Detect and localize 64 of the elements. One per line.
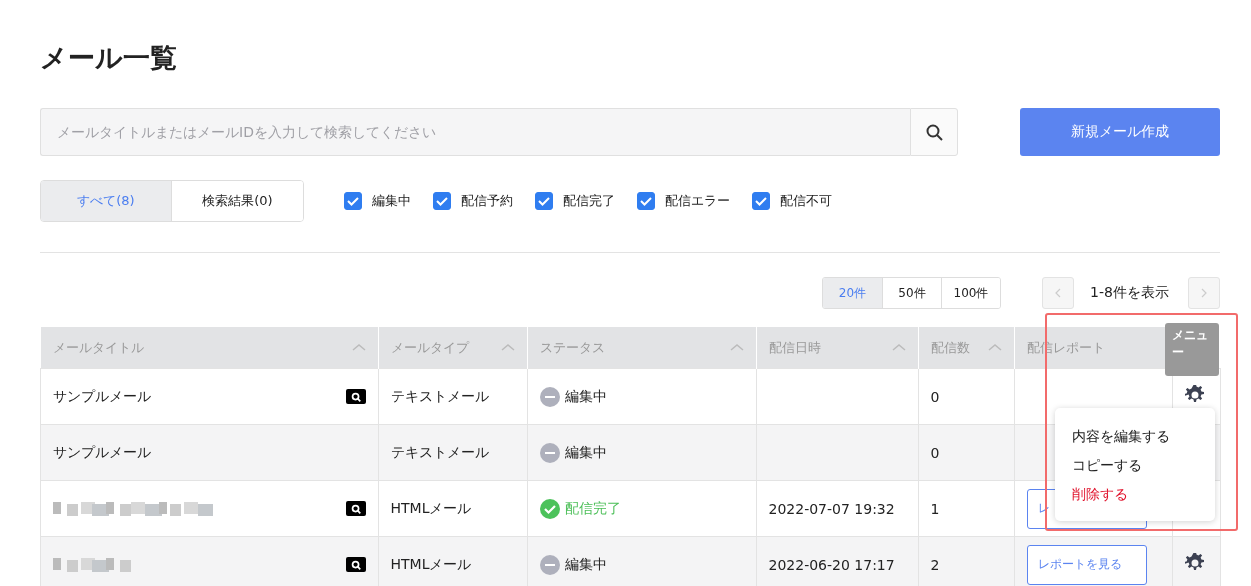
table-cell: HTMLメール	[390, 499, 472, 516]
table-cell: 1	[930, 500, 940, 517]
menu-item[interactable]: コピーする	[1055, 451, 1215, 480]
search-button[interactable]	[910, 108, 958, 156]
chevron-icon	[1054, 288, 1062, 298]
minus-circle-icon	[539, 554, 560, 575]
settings-icon	[1184, 553, 1205, 573]
new-mail-button[interactable]: 新規メール作成	[1020, 108, 1220, 156]
status-text: 配信完了	[564, 499, 621, 518]
checkbox-label: 編集中	[372, 192, 411, 210]
magnifier-icon	[349, 558, 362, 571]
column-header: ステータス	[527, 327, 756, 369]
sort-icon	[351, 343, 366, 352]
table-cell: テキストメール	[390, 443, 489, 460]
check-circle-icon	[539, 498, 560, 519]
checkbox-label: 配信不可	[780, 192, 832, 210]
magnifier-icon	[349, 502, 362, 515]
sort-icon	[891, 343, 906, 352]
search-icon	[925, 123, 943, 141]
minus-circle-icon	[539, 386, 560, 407]
status-text: 編集中	[564, 443, 607, 462]
menu-item[interactable]: 削除する	[1055, 480, 1215, 509]
checkbox-label: 配信完了	[563, 192, 615, 210]
mail-title: サンプルメール	[53, 443, 151, 462]
range-text: 1-8件を表示	[1090, 284, 1170, 302]
menu-item[interactable]: 内容を編集する	[1055, 422, 1215, 451]
sort-icon	[729, 343, 744, 352]
table-cell: 0	[930, 444, 940, 461]
page-title: メール一覧	[40, 41, 178, 75]
checkbox[interactable]	[535, 192, 553, 210]
mail-title: サンプルメール	[53, 387, 151, 406]
minus-circle-icon	[539, 442, 560, 463]
table-cell: 0	[930, 388, 940, 405]
checkbox-label: 配信予約	[461, 192, 513, 210]
tooltip: メニュー	[1164, 323, 1219, 376]
status-text: 編集中	[564, 555, 607, 574]
settings-button[interactable]	[1184, 553, 1205, 573]
table-cell: テキストメール	[390, 387, 489, 404]
magnifier-icon	[349, 390, 362, 403]
preview-button[interactable]	[345, 389, 366, 404]
sort-icon	[500, 343, 515, 352]
table-cell: 2022-07-07 19:32	[768, 500, 895, 517]
settings-button[interactable]	[1184, 385, 1205, 405]
column-header: 配信数	[918, 327, 1014, 369]
column-header: メールタイプ	[378, 327, 527, 369]
status-text: 編集中	[564, 387, 607, 406]
checkbox[interactable]	[752, 192, 770, 210]
report-button[interactable]: レポートを見る	[1026, 544, 1147, 585]
table-cell: HTMLメール	[390, 555, 472, 572]
checkbox[interactable]	[433, 192, 451, 210]
table-cell: 2	[930, 556, 940, 573]
search-field[interactable]: メールタイトルまたはメールIDを入力して検索してください	[40, 108, 910, 156]
checkbox[interactable]	[344, 192, 362, 210]
checkbox-label: 配信エラー	[665, 192, 730, 210]
page-size-button[interactable]: 100件	[941, 278, 1000, 308]
table-cell: 2022-06-20 17:17	[768, 556, 895, 573]
chevron-icon	[1200, 288, 1208, 298]
settings-icon	[1184, 385, 1205, 405]
column-header: メールタイトル	[40, 327, 378, 369]
checkbox[interactable]	[637, 192, 655, 210]
column-header: 配信日時	[756, 327, 918, 369]
preview-button[interactable]	[345, 501, 366, 516]
preview-button[interactable]	[345, 557, 366, 572]
sort-icon	[987, 343, 1002, 352]
